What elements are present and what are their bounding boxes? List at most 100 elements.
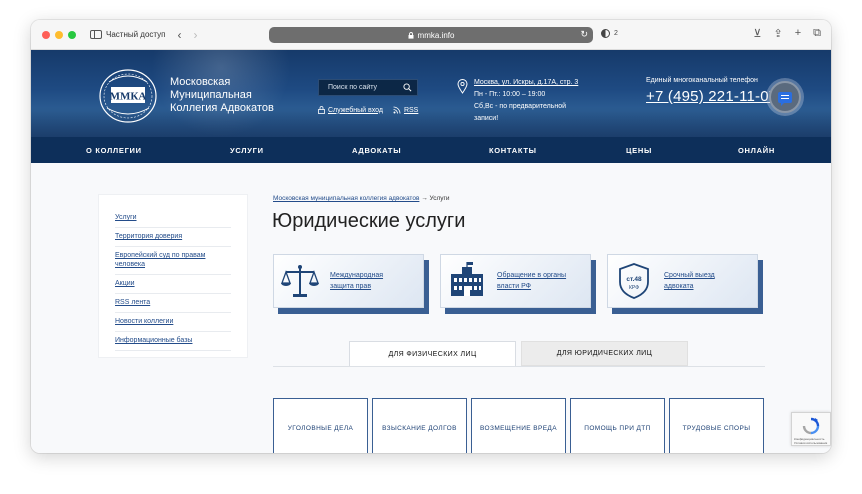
tracker-count: 2	[614, 30, 618, 37]
sidebar-toggle-icon[interactable]	[90, 30, 102, 39]
recaptcha-badge[interactable]: Конфиденциальность Условия использования	[791, 412, 831, 446]
forward-arrow-icon[interactable]: ›	[194, 28, 198, 42]
minimize-window-button[interactable]	[55, 30, 63, 39]
breadcrumb-separator: →	[421, 195, 428, 202]
sidebar-menu: Услуги Территория доверия Европейский су…	[98, 194, 248, 358]
lock-icon	[318, 106, 325, 114]
breadcrumb-home-link[interactable]: Московская муниципальная коллегия адвока…	[273, 195, 419, 202]
rss-link[interactable]: RSS	[393, 106, 418, 114]
browser-window: Частный доступ ‹ › mmka.info ↻ 2 ⊻ ⇪ + ⧉…	[31, 20, 831, 453]
nav-item-lawyers[interactable]: АДВОКАТЫ	[352, 146, 401, 155]
card-label-line: Обращение в органы	[497, 272, 567, 279]
card-label-line: Срочный выезд	[664, 272, 715, 279]
address-link[interactable]: Москва, ул. Искры, д.17А, стр. 3	[474, 77, 578, 89]
card-label: Срочный выезд адвоката	[664, 270, 715, 292]
search-icon[interactable]	[403, 83, 412, 92]
scales-icon	[281, 265, 319, 297]
back-arrow-icon[interactable]: ‹	[178, 28, 182, 42]
brand-name[interactable]: Московская Муниципальная Коллегия Адвока…	[170, 76, 274, 115]
nav-item-about[interactable]: О КОЛЛЕГИИ	[86, 146, 142, 155]
svg-text:КРФ: КРФ	[629, 285, 639, 291]
shield-icon	[601, 29, 610, 38]
recaptcha-terms-link[interactable]: Условия использования	[794, 441, 827, 445]
hours-weekdays: Пн - Пт.: 10:00 – 19:00	[474, 91, 546, 98]
service-login-link[interactable]: Служебный вход	[318, 106, 383, 114]
tab-overview-icon[interactable]: ⧉	[813, 27, 821, 40]
mmka-logo-icon[interactable]: ММКА	[97, 68, 159, 124]
service-damage-compensation[interactable]: ВОЗМЕЩЕНИЕ ВРЕДА	[471, 398, 566, 453]
chat-widget-button[interactable]	[769, 81, 801, 113]
card-label-line: защита прав	[330, 283, 372, 290]
tabs-divider	[273, 366, 765, 367]
card-label-line: Международная	[330, 272, 384, 279]
address-bar[interactable]: mmka.info ↻	[269, 27, 593, 43]
recaptcha-icon	[802, 417, 820, 435]
service-traffic-accident[interactable]: ПОМОЩЬ ПРИ ДТП	[570, 398, 665, 453]
tab-individuals[interactable]: ДЛЯ ФИЗИЧЕСКИХ ЛИЦ	[349, 341, 516, 366]
rss-label: RSS	[403, 106, 419, 114]
search-input[interactable]	[328, 84, 400, 91]
reload-icon[interactable]: ↻	[580, 29, 588, 40]
badge-icon: ст.48 КРФ	[619, 263, 649, 299]
download-icon[interactable]: ⊻	[753, 27, 761, 40]
hours-weekend-note: записи!	[474, 115, 499, 122]
chat-bubble-icon	[778, 91, 792, 106]
hours-weekend: Сб,Вс - по предварительной	[474, 103, 567, 110]
sidebar-item-echr[interactable]: Европейский суд по правам человека	[115, 247, 231, 275]
site-search	[318, 79, 418, 96]
nav-item-online[interactable]: ОНЛАЙН	[738, 146, 775, 155]
main-nav: О КОЛЛЕГИИ УСЛУГИ АДВОКАТЫ КОНТАКТЫ ЦЕНЫ…	[31, 137, 831, 163]
card-label: Обращение в органы власти РФ	[497, 270, 566, 292]
feature-cards: Международная защита прав Обращение в ор…	[273, 254, 763, 314]
browser-toolbar: Частный доступ ‹ › mmka.info ↻ 2 ⊻ ⇪ + ⧉	[31, 20, 831, 50]
nav-item-prices[interactable]: ЦЕНЫ	[626, 146, 652, 155]
breadcrumb: Московская муниципальная коллегия адвока…	[273, 195, 450, 202]
new-tab-icon[interactable]: +	[795, 27, 801, 40]
card-government-appeal[interactable]: Обращение в органы власти РФ	[440, 254, 596, 314]
nav-item-services[interactable]: УСЛУГИ	[230, 146, 264, 155]
sidebar-item-promotions[interactable]: Акции	[115, 275, 231, 294]
svg-text:ст.48: ст.48	[626, 276, 642, 283]
service-debt-collection[interactable]: ВЗЫСКАНИЕ ДОЛГОВ	[372, 398, 467, 453]
page-title: Юридические услуги	[272, 210, 466, 232]
svg-text:ММКА: ММКА	[110, 91, 147, 103]
close-window-button[interactable]	[42, 30, 50, 39]
window-controls	[42, 30, 76, 39]
card-label: Международная защита прав	[330, 270, 383, 292]
phone-number-link[interactable]: +7 (495) 221-11-07	[646, 88, 777, 105]
lock-icon	[408, 31, 414, 39]
nav-item-contacts[interactable]: КОНТАКТЫ	[489, 146, 537, 155]
page-content: Услуги Территория доверия Европейский су…	[31, 163, 831, 453]
location-pin-icon	[457, 79, 468, 94]
service-labor-disputes[interactable]: ТРУДОВЫЕ СПОРЫ	[669, 398, 764, 453]
phone-caption: Единый многоканальный телефон	[646, 77, 758, 84]
site-header: ММКА Московская Муниципальная Коллегия А…	[31, 50, 831, 137]
service-criminal-cases[interactable]: УГОЛОВНЫЕ ДЕЛА	[273, 398, 368, 453]
zoom-window-button[interactable]	[68, 30, 76, 39]
sidebar-item-trust[interactable]: Территория доверия	[115, 228, 231, 247]
service-tiles: УГОЛОВНЫЕ ДЕЛА ВЗЫСКАНИЕ ДОЛГОВ ВОЗМЕЩЕН…	[273, 398, 764, 453]
brand-line: Московская	[170, 76, 231, 88]
office-address: Москва, ул. Искры, д.17А, стр. 3 Пн - Пт…	[457, 77, 578, 125]
audience-tabs: ДЛЯ ФИЗИЧЕСКИХ ЛИЦ ДЛЯ ЮРИДИЧЕСКИХ ЛИЦ	[349, 341, 688, 366]
brand-line: Муниципальная	[170, 89, 252, 101]
private-browsing-label: Частный доступ	[106, 30, 166, 39]
rss-icon	[393, 106, 401, 114]
service-login-label: Служебный вход	[328, 106, 383, 114]
card-international-protection[interactable]: Международная защита прав	[273, 254, 429, 314]
government-building-icon	[451, 262, 483, 296]
url-text: mmka.info	[417, 30, 455, 40]
tab-companies[interactable]: ДЛЯ ЮРИДИЧЕСКИХ ЛИЦ	[521, 341, 688, 366]
sidebar-item-rss[interactable]: RSS лента	[115, 294, 231, 313]
breadcrumb-current: Услуги	[429, 195, 450, 202]
share-icon[interactable]: ⇪	[773, 27, 782, 40]
card-label-line: адвоката	[664, 283, 694, 290]
sidebar-item-databases[interactable]: Информационные базы	[115, 332, 231, 351]
privacy-report[interactable]: 2	[601, 29, 618, 38]
card-label-line: власти РФ	[497, 283, 532, 290]
brand-line: Коллегия Адвокатов	[170, 102, 274, 114]
sidebar-item-services[interactable]: Услуги	[115, 209, 231, 228]
sidebar-item-news[interactable]: Новости коллегии	[115, 313, 231, 332]
phone-block: Единый многоканальный телефон +7 (495) 2…	[646, 77, 777, 105]
card-urgent-lawyer[interactable]: ст.48 КРФ Срочный выезд адвоката	[607, 254, 763, 314]
